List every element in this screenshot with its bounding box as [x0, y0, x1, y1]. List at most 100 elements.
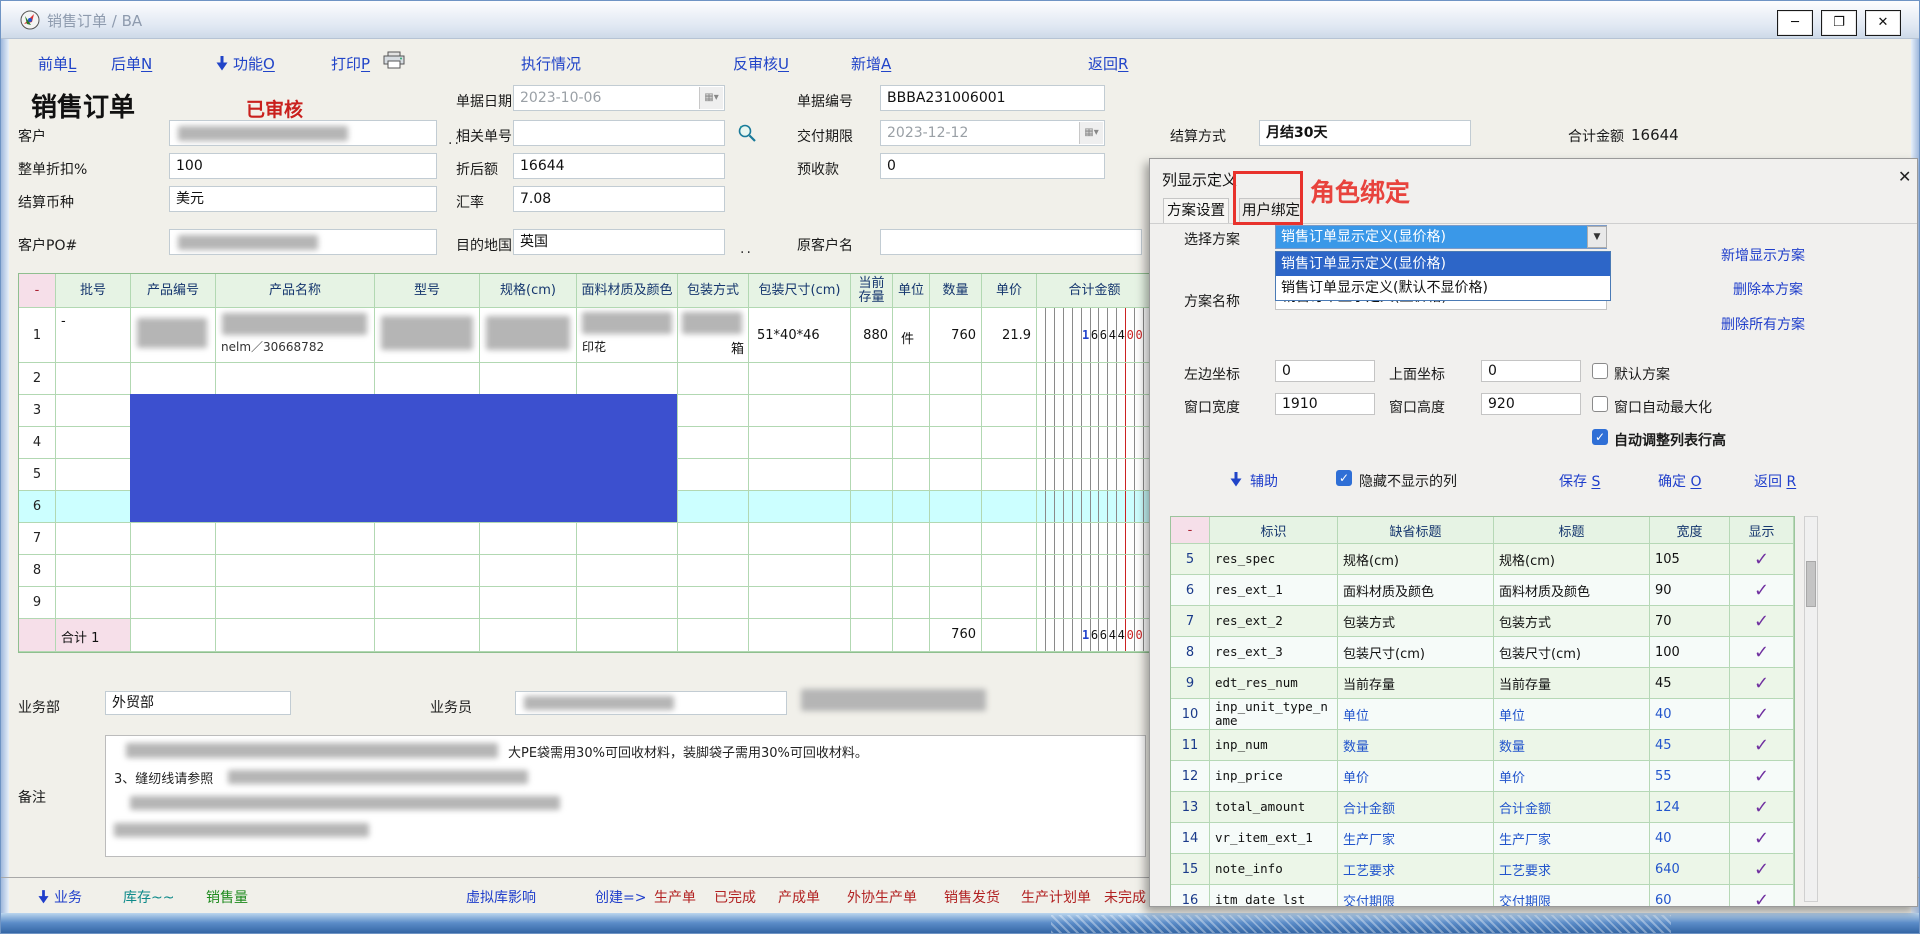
- grid-cell[interactable]: [1037, 459, 1153, 491]
- grid-cell[interactable]: [1037, 491, 1153, 523]
- payment-field[interactable]: 月结30天: [1259, 120, 1471, 146]
- dialog-table-cell[interactable]: 16: [1171, 885, 1210, 907]
- dialog-table-cell[interactable]: 包装尺寸(cm): [1338, 637, 1494, 668]
- toolbar-functions[interactable]: 功能O: [216, 53, 275, 75]
- grid-cell[interactable]: [480, 308, 577, 363]
- grid-cell[interactable]: -: [56, 308, 131, 363]
- toolbar-next-doc[interactable]: 后单N: [111, 53, 152, 74]
- dialog-table-cell[interactable]: 45: [1650, 730, 1730, 761]
- bottombar-inventory[interactable]: 库存~~: [123, 887, 174, 907]
- grid-header-10[interactable]: 单位: [893, 274, 930, 308]
- grid-header-7[interactable]: 包装方式: [678, 274, 749, 308]
- country-ellipsis[interactable]: ..: [740, 241, 753, 257]
- grid-cell[interactable]: [982, 427, 1037, 459]
- bottombar-finished-product-order[interactable]: 产成单: [778, 887, 820, 907]
- grid-cell[interactable]: 9: [19, 587, 56, 619]
- grid-cell[interactable]: [749, 491, 851, 523]
- grid-cell[interactable]: [577, 363, 678, 395]
- grid-cell[interactable]: [749, 395, 851, 427]
- grid-cell[interactable]: [851, 395, 893, 427]
- grid-cell[interactable]: [930, 363, 982, 395]
- grid-cell[interactable]: [56, 587, 131, 619]
- dialog-table-header-0[interactable]: -: [1171, 517, 1210, 544]
- grid-cell[interactable]: [678, 427, 749, 459]
- grid-cell[interactable]: [678, 523, 749, 555]
- grid-cell[interactable]: [982, 395, 1037, 427]
- grid-cell[interactable]: 7: [19, 523, 56, 555]
- bottombar-completed[interactable]: 已完成: [714, 887, 756, 907]
- grid-cell[interactable]: [893, 555, 930, 587]
- grid-cell[interactable]: [1037, 395, 1153, 427]
- dialog-table-row-13[interactable]: 13total_amount合计金额合计金额124✓: [1171, 792, 1794, 823]
- deadline-field[interactable]: 2023-12-12 ▦▾: [880, 120, 1105, 146]
- country-field[interactable]: 英国: [513, 229, 725, 255]
- dialog-table-header-3[interactable]: 标题: [1494, 517, 1650, 544]
- grid-header-4[interactable]: 型号: [375, 274, 480, 308]
- grid-cell[interactable]: [131, 587, 216, 619]
- bottombar-production-plan-order[interactable]: 生产计划单: [1021, 887, 1091, 907]
- dialog-table-cell[interactable]: 11: [1171, 730, 1210, 761]
- dialog-table-cell[interactable]: total_amount: [1210, 792, 1338, 823]
- grid-cell[interactable]: [56, 555, 131, 587]
- dialog-table-cell[interactable]: 70: [1650, 606, 1730, 637]
- bottombar-sales-delivery[interactable]: 销售发货: [944, 887, 1000, 907]
- dialog-table-cell[interactable]: ✓: [1730, 544, 1794, 575]
- grid-cell[interactable]: [930, 427, 982, 459]
- dialog-table-cell[interactable]: 规格(cm): [1494, 544, 1650, 575]
- grid-cell[interactable]: 760: [930, 308, 982, 363]
- grid-cell[interactable]: [893, 459, 930, 491]
- dialog-table-cell[interactable]: edt_res_num: [1210, 668, 1338, 699]
- grid-cell[interactable]: 51*40*46: [749, 308, 851, 363]
- toolbar-add-new[interactable]: 新增A: [851, 53, 891, 74]
- customer-field[interactable]: [169, 120, 437, 146]
- dialog-table-cell[interactable]: 单位: [1494, 699, 1650, 730]
- add-scheme-link[interactable]: 新增显示方案: [1721, 245, 1805, 265]
- grid-cell[interactable]: [216, 555, 375, 587]
- dialog-close-icon[interactable]: ✕: [1898, 167, 1911, 186]
- discount-field[interactable]: 100: [169, 153, 437, 179]
- po-field[interactable]: [169, 229, 437, 255]
- dialog-table-scrollbar[interactable]: [1804, 516, 1818, 902]
- bottombar-create[interactable]: 创建=>: [595, 887, 646, 907]
- scrollbar-thumb[interactable]: [1806, 561, 1816, 607]
- grid-cell[interactable]: [851, 427, 893, 459]
- grid-cell[interactable]: [893, 491, 930, 523]
- maximize-button[interactable]: ❐: [1821, 10, 1857, 36]
- tab-scheme-settings[interactable]: 方案设置: [1163, 198, 1229, 223]
- grid-cell[interactable]: 1: [19, 308, 56, 363]
- default-scheme-checkbox[interactable]: [1592, 363, 1608, 379]
- grid-header-11[interactable]: 数量: [930, 274, 982, 308]
- grid-header-13[interactable]: 合计金额: [1037, 274, 1153, 308]
- dialog-table-cell[interactable]: res_ext_3: [1210, 637, 1338, 668]
- dialog-table-cell[interactable]: 45: [1650, 668, 1730, 699]
- top-coord-field[interactable]: 0: [1481, 360, 1581, 382]
- grid-cell[interactable]: 5: [19, 459, 56, 491]
- grid-cell[interactable]: [678, 363, 749, 395]
- grid-cell[interactable]: [930, 491, 982, 523]
- grid-cell[interactable]: [1037, 555, 1153, 587]
- bottombar-sales-volume[interactable]: 销售量: [206, 887, 248, 907]
- grid-cell[interactable]: [851, 459, 893, 491]
- grid-cell[interactable]: 件: [893, 308, 930, 363]
- window-width-field[interactable]: 1910: [1275, 393, 1375, 415]
- rate-field[interactable]: 7.08: [513, 186, 725, 212]
- left-coord-field[interactable]: 0: [1275, 360, 1375, 382]
- grid-cell[interactable]: [480, 587, 577, 619]
- grid-cell[interactable]: [893, 363, 930, 395]
- grid-cell[interactable]: [749, 523, 851, 555]
- grid-cell[interactable]: [1037, 587, 1153, 619]
- dialog-table-cell[interactable]: 包装方式: [1338, 606, 1494, 637]
- save-button[interactable]: 保存 S: [1559, 471, 1600, 491]
- grid-header-8[interactable]: 包装尺寸(cm): [749, 274, 851, 308]
- dialog-table-cell[interactable]: ✓: [1730, 854, 1794, 885]
- grid-cell[interactable]: [131, 363, 216, 395]
- grid-cell[interactable]: [893, 587, 930, 619]
- dialog-table-cell[interactable]: inp_num: [1210, 730, 1338, 761]
- grid-cell[interactable]: 880: [851, 308, 893, 363]
- dialog-table-cell[interactable]: ✓: [1730, 823, 1794, 854]
- grid-cell[interactable]: [893, 427, 930, 459]
- grid-cell[interactable]: [851, 491, 893, 523]
- grid-cell[interactable]: [678, 395, 749, 427]
- dialog-table-cell[interactable]: note_info: [1210, 854, 1338, 885]
- oldname-field[interactable]: [880, 229, 1142, 255]
